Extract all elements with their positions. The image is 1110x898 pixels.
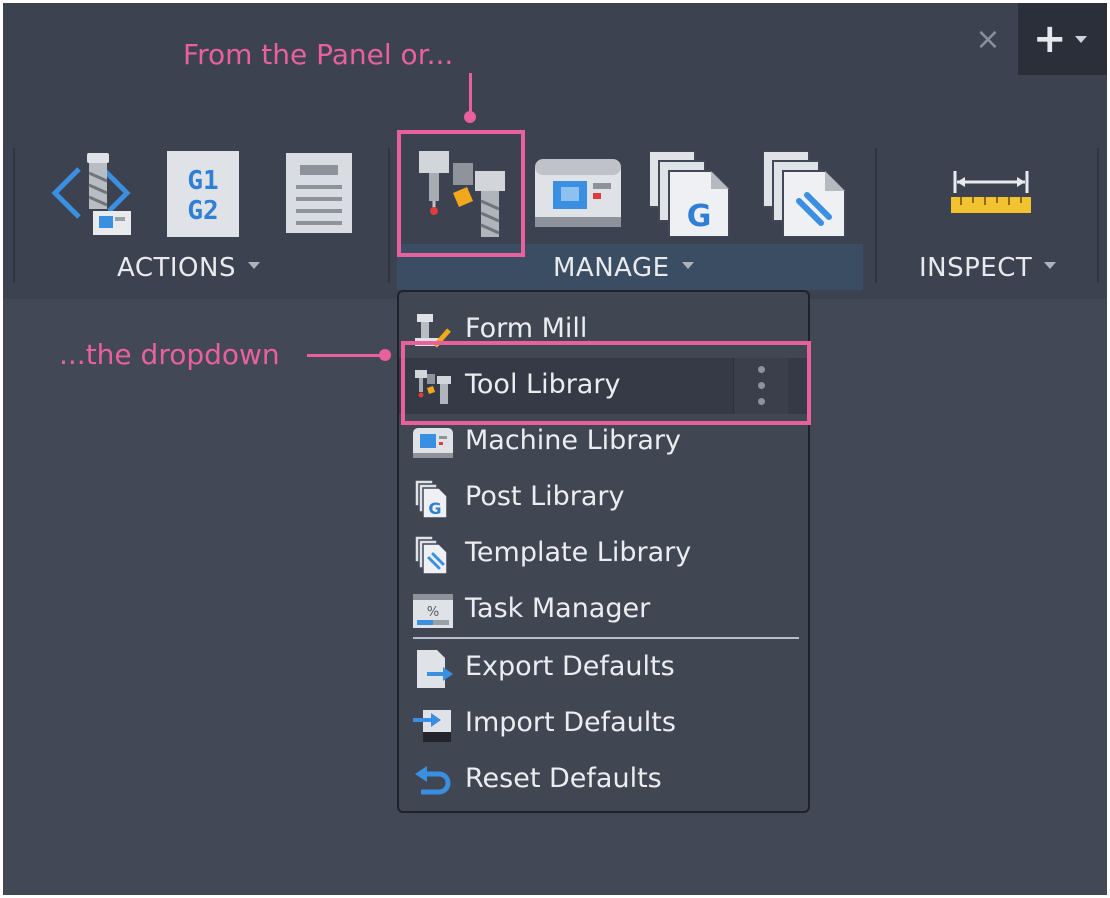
svg-text:%: %	[427, 605, 439, 620]
setup-sheet-icon[interactable]	[286, 153, 352, 233]
manage-group-button[interactable]: MANAGE	[553, 253, 694, 283]
menu-item-label: Import Defaults	[465, 707, 676, 738]
group-divider	[388, 148, 390, 283]
menu-item-export-defaults[interactable]: Export Defaults	[399, 640, 808, 696]
menu-item-label: Reset Defaults	[465, 763, 662, 794]
panel-annotation-dot	[464, 111, 476, 123]
menu-item-reset-defaults[interactable]: Reset Defaults	[399, 752, 808, 808]
actions-group-label: ACTIONS	[117, 253, 236, 283]
menu-item-task-manager[interactable]: % Task Manager	[399, 582, 808, 638]
chevron-down-icon	[247, 262, 260, 269]
menu-separator	[413, 637, 799, 639]
post-g-icon-text: G	[687, 199, 712, 234]
group-divider	[1097, 148, 1099, 283]
inspect-group-button[interactable]: INSPECT	[919, 253, 1057, 283]
group-divider	[13, 148, 15, 283]
menu-item-template-library[interactable]: Template Library	[399, 526, 808, 582]
template-library-icon	[414, 536, 448, 574]
post-library-icon[interactable]: G	[649, 151, 731, 237]
new-tab-button[interactable]: +	[1033, 19, 1067, 59]
app-window: × + G1 G2 G ACTIONS MANAGE INSPECT From …	[3, 3, 1107, 895]
g1-icon-text: G1	[187, 166, 218, 196]
dropdown-annotation-dot	[379, 349, 391, 361]
export-icon	[417, 650, 453, 688]
close-tab-button[interactable]: ×	[971, 23, 1005, 57]
task-manager-icon: %	[413, 594, 453, 628]
simulate-icon[interactable]	[49, 149, 133, 237]
dropdown-annotation-line	[307, 354, 381, 357]
dropdown-annotation: ...the dropdown	[59, 338, 280, 371]
chevron-down-icon	[681, 262, 694, 269]
panel-highlight-box	[397, 130, 525, 257]
manage-group-label: MANAGE	[553, 253, 670, 283]
menu-item-label: Task Manager	[465, 593, 651, 624]
menu-item-import-defaults[interactable]: Import Defaults	[399, 696, 808, 752]
svg-text:G: G	[428, 499, 441, 518]
group-divider	[875, 148, 877, 283]
machine-library-icon[interactable]	[535, 159, 621, 227]
actions-group-button[interactable]: ACTIONS	[117, 253, 260, 283]
menu-item-label: Export Defaults	[465, 651, 675, 682]
g1-g2-icon[interactable]: G1 G2	[167, 151, 239, 237]
dropdown-highlight-box	[401, 341, 811, 425]
ribbon-toolbar: × + G1 G2 G ACTIONS MANAGE INSPECT	[3, 3, 1107, 299]
chevron-down-icon[interactable]	[1075, 36, 1087, 43]
inspect-group-label: INSPECT	[919, 253, 1033, 283]
import-icon	[413, 710, 451, 742]
menu-item-label: Template Library	[465, 537, 692, 568]
menu-item-label: Post Library	[465, 481, 625, 512]
machine-library-icon	[413, 428, 453, 458]
template-library-icon[interactable]	[763, 151, 847, 237]
post-library-icon: G	[414, 480, 448, 518]
chevron-down-icon	[1044, 262, 1057, 269]
panel-annotation: From the Panel or...	[183, 38, 454, 71]
g2-icon-text: G2	[187, 196, 218, 226]
menu-item-label: Machine Library	[465, 425, 682, 456]
menu-item-post-library[interactable]: G Post Library	[399, 470, 808, 526]
ruler-icon[interactable]	[951, 169, 1031, 215]
reset-icon	[415, 766, 451, 795]
